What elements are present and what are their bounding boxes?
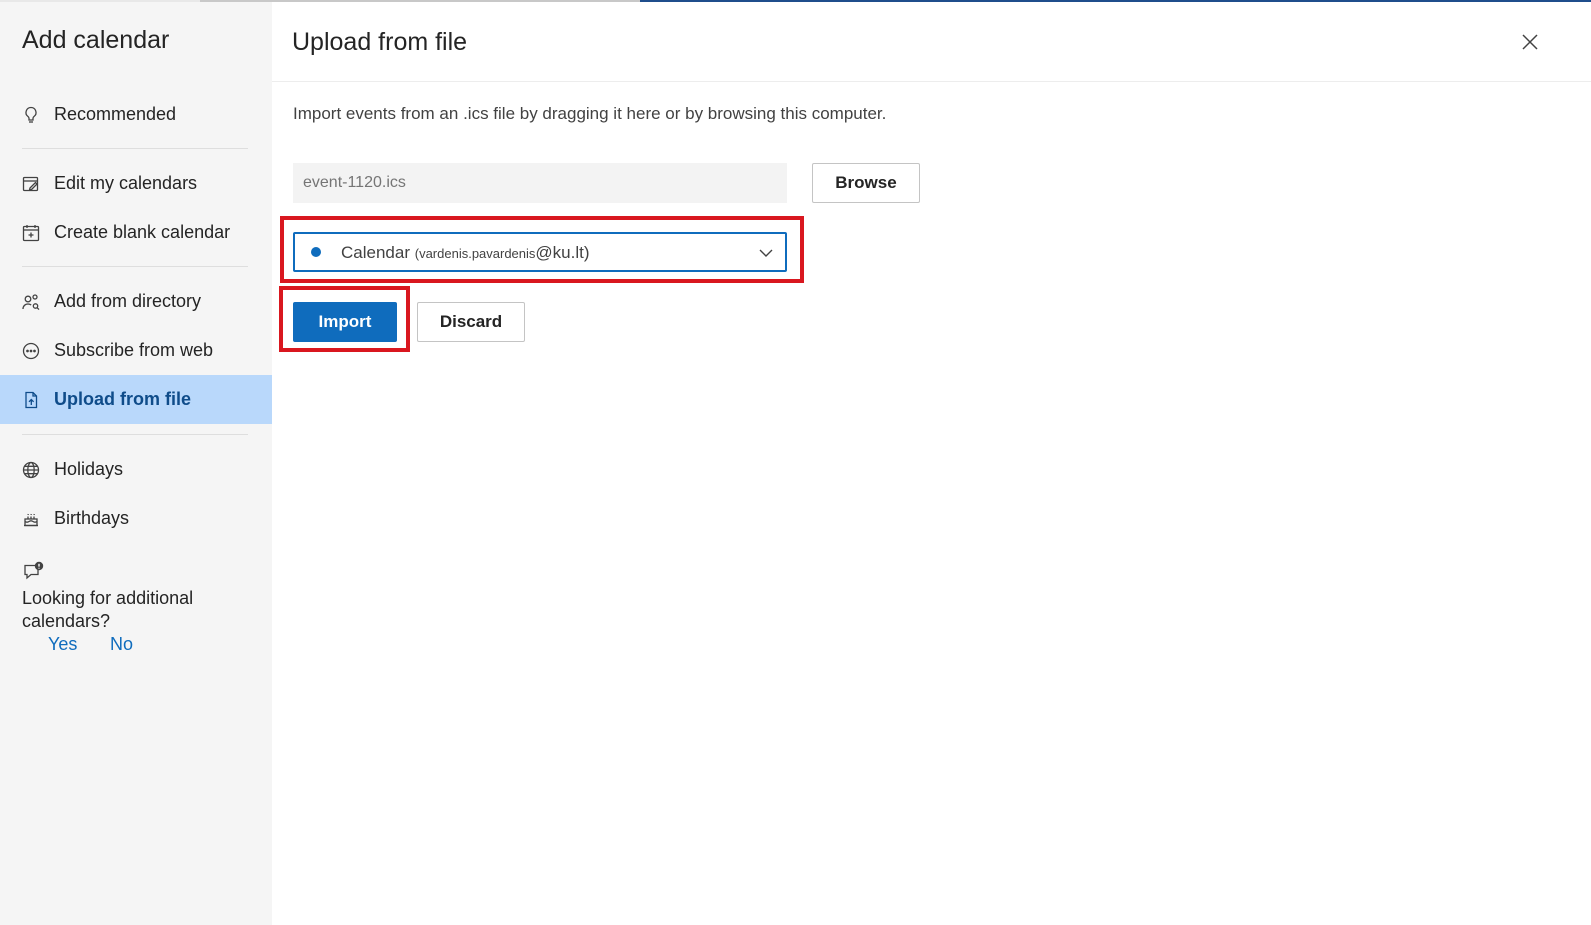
sidebar-item-holidays[interactable]: Holidays (0, 445, 272, 494)
sidebar-item-label: Birthdays (54, 508, 130, 528)
upload-description: Import events from an .ics file by dragg… (293, 104, 887, 123)
sidebar-item-label: Add from directory (54, 291, 202, 311)
globe-icon (21, 460, 41, 480)
calendar-account-user: (vardenis.pavardenis (414, 246, 536, 261)
sidebar-item-upload-from-file[interactable]: Upload from file (0, 375, 272, 424)
sidebar-item-label: Create blank calendar (54, 222, 231, 242)
sidebar: Add calendar Recommended Edit my calenda… (0, 2, 272, 925)
feedback-icon (22, 560, 46, 584)
discard-button[interactable]: Discard (417, 302, 525, 342)
cake-icon (21, 509, 41, 529)
sidebar-item-label: Holidays (54, 459, 124, 479)
main-header: Upload from file (272, 2, 1591, 82)
feedback-question: Looking for additional calendars? (22, 588, 194, 631)
calendar-account-domain: @ku.lt) (535, 243, 590, 262)
close-button[interactable] (1518, 30, 1542, 54)
sidebar-item-birthdays[interactable]: Birthdays (0, 494, 272, 543)
calendar-color-dot (311, 247, 321, 257)
sidebar-title: Add calendar (22, 26, 170, 54)
browse-button[interactable]: Browse (812, 163, 920, 203)
sidebar-item-label: Recommended (54, 104, 177, 124)
close-icon (1522, 34, 1538, 50)
lightbulb-icon (21, 105, 41, 125)
sidebar-item-create-blank-calendar[interactable]: Create blank calendar (0, 208, 272, 257)
calendar-add-icon (21, 223, 41, 243)
sidebar-item-label: Edit my calendars (54, 173, 198, 193)
calendar-name: Calendar (341, 243, 410, 262)
page-title: Upload from file (292, 28, 468, 56)
sidebar-item-recommended[interactable]: Recommended (0, 90, 272, 139)
sidebar-item-label: Upload from file (54, 389, 192, 409)
sidebar-item-edit-my-calendars[interactable]: Edit my calendars (0, 159, 272, 208)
import-button[interactable]: Import (293, 302, 397, 342)
file-name-input[interactable] (293, 163, 787, 203)
sidebar-item-add-from-directory[interactable]: Add from directory (0, 277, 272, 326)
people-search-icon (21, 292, 41, 312)
edit-calendar-icon (21, 174, 41, 194)
main-panel: Upload from file Import events from an .… (272, 2, 1591, 925)
calendar-select[interactable]: Calendar (vardenis.pavardenis@ku.lt) (293, 232, 787, 272)
sidebar-divider (22, 266, 248, 267)
chevron-down-icon (759, 249, 773, 257)
sidebar-item-label: Subscribe from web (54, 340, 214, 360)
feedback-yes-link[interactable]: Yes (48, 634, 77, 655)
file-upload-icon (21, 390, 41, 410)
feedback-no-link[interactable]: No (110, 634, 133, 655)
sidebar-item-subscribe-from-web[interactable]: Subscribe from web (0, 326, 272, 375)
web-link-icon (21, 341, 41, 361)
sidebar-divider (22, 434, 248, 435)
sidebar-divider (22, 148, 248, 149)
